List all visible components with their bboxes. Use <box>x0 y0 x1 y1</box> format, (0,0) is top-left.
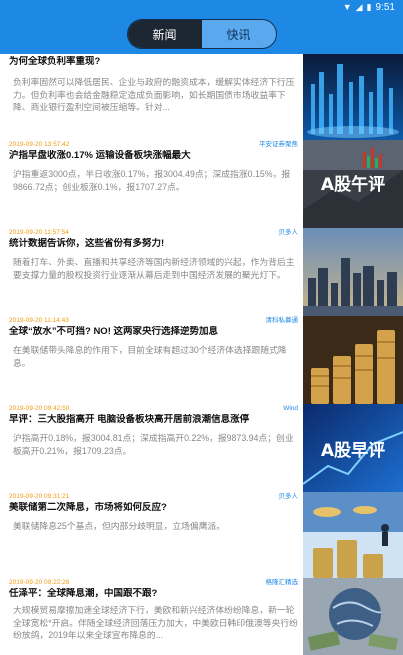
news-source: 贝多人 <box>278 493 299 500</box>
news-item[interactable]: 2019-09-20 09:31:21 贝多人 美联储第二次降息，市场将如何反应… <box>0 488 303 574</box>
news-summary: 沪指高开0.18%，报3004.81点；深成指高开0.22%，报9873.94点… <box>13 433 294 456</box>
news-item[interactable]: 2019-09-20 13:57:42 平安证券聚焦 沪指早盘收涨0.17% 运… <box>0 136 303 224</box>
news-title: 为何全球负利率重现? <box>9 56 101 67</box>
news-time: 2019-09-20 09:42:50 <box>9 405 70 412</box>
news-summary: 美联储降息25个基点，但内部分歧明显，立场偏鹰派。 <box>13 521 226 531</box>
thumb-city-skyline[interactable] <box>303 228 403 316</box>
news-source: 贝多人 <box>278 229 299 236</box>
battery-icon: ▮ <box>366 2 372 12</box>
tab-flash[interactable]: 快讯 <box>202 20 276 48</box>
segmented-tabs: 新闻 快讯 <box>126 19 277 49</box>
thumb-coins-businessman[interactable] <box>303 492 403 578</box>
thumb-afternoon-review[interactable]: A股午评 <box>303 140 403 228</box>
news-source: 清科私募通 <box>265 317 299 324</box>
news-source: Wind <box>283 405 298 412</box>
thumb-globe-money[interactable] <box>303 578 403 655</box>
news-title: 全球“放水”不可挡? NO! 这两家央行选择逆势加息 <box>9 326 218 337</box>
thumb-caption: A股早评 <box>321 441 385 461</box>
thumb-tech-city[interactable] <box>303 54 403 140</box>
news-source: 格隆汇精选 <box>265 579 299 586</box>
news-item[interactable]: 2019-09-20 09:22:26 格隆汇精选 任泽平：全球降息潮，中国跟不… <box>0 574 303 655</box>
news-time: 2019-09-20 11:57:54 <box>9 229 69 236</box>
thumbnail-column: A股午评 A股早评 <box>303 54 403 655</box>
thumb-caption: A股午评 <box>321 174 385 195</box>
app-header: 新闻 快讯 <box>0 14 403 54</box>
news-summary: 在美联储带头降息的作用下，目前全球有超过30个经济体选择跟随式降息。 <box>13 345 287 368</box>
news-title: 早评：三大股指高开 电脑设备板块高开居前浪潮信息涨停 <box>9 414 250 425</box>
news-time: 2019-09-20 13:57:42 <box>9 141 70 148</box>
news-source: 平安证券聚焦 <box>259 141 298 148</box>
news-title: 沪指早盘收涨0.17% 运输设备板块涨幅最大 <box>9 150 191 161</box>
signal-icon: ◢ <box>355 2 363 12</box>
thumb-morning-review[interactable]: A股早评 <box>303 404 403 492</box>
news-summary: 负利率固然可以降低居民、企业与政府的融资成本，缓解实体经济下行压力。但负利率也会… <box>13 77 295 112</box>
status-time: 9:51 <box>375 1 395 13</box>
news-item[interactable]: 2019-09-20 09:42:50 Wind 早评：三大股指高开 电脑设备板… <box>0 400 303 488</box>
thumb-coin-stacks[interactable] <box>303 316 403 404</box>
wifi-icon: ▼ <box>342 2 352 12</box>
news-summary: 大规模贸易摩擦加速全球经济下行，美欧和新兴经济体纷纷降息，新一轮全球宽松*开启。… <box>13 605 298 640</box>
news-time: 2019-09-20 09:22:26 <box>9 579 70 586</box>
news-title: 任泽平：全球降息潮，中国跟不跟? <box>9 588 158 599</box>
news-summary: 随着打车、外卖、直播和共享经济等国内新经济领域的兴起，作为背后主要支撑力量的股权… <box>13 257 295 280</box>
news-time: 2019-09-20 11:14:43 <box>9 317 69 324</box>
status-bar: ▼ ◢ ▮ 9:51 <box>0 0 403 14</box>
news-feed[interactable]: 为何全球负利率重现? 负利率固然可以降低居民、企业与政府的融资成本，缓解实体经济… <box>0 54 303 655</box>
news-title: 美联储第二次降息，市场将如何反应? <box>9 502 167 513</box>
tab-news[interactable]: 新闻 <box>127 20 202 48</box>
news-item[interactable]: 2019-09-20 11:14:43 清科私募通 全球“放水”不可挡? NO!… <box>0 312 303 400</box>
news-item[interactable]: 2019-09-20 11:57:54 贝多人 统计数据告诉你，这些省份有多努力… <box>0 224 303 312</box>
news-time: 2019-09-20 09:31:21 <box>9 493 70 500</box>
news-summary: 沪指重返3000点，半日收涨0.17%，报3004.49点；深成指涨0.15%，… <box>13 169 291 192</box>
news-title: 统计数据告诉你，这些省份有多努力! <box>9 238 165 249</box>
news-item[interactable]: 为何全球负利率重现? 负利率固然可以降低居民、企业与政府的融资成本，缓解实体经济… <box>0 56 303 136</box>
